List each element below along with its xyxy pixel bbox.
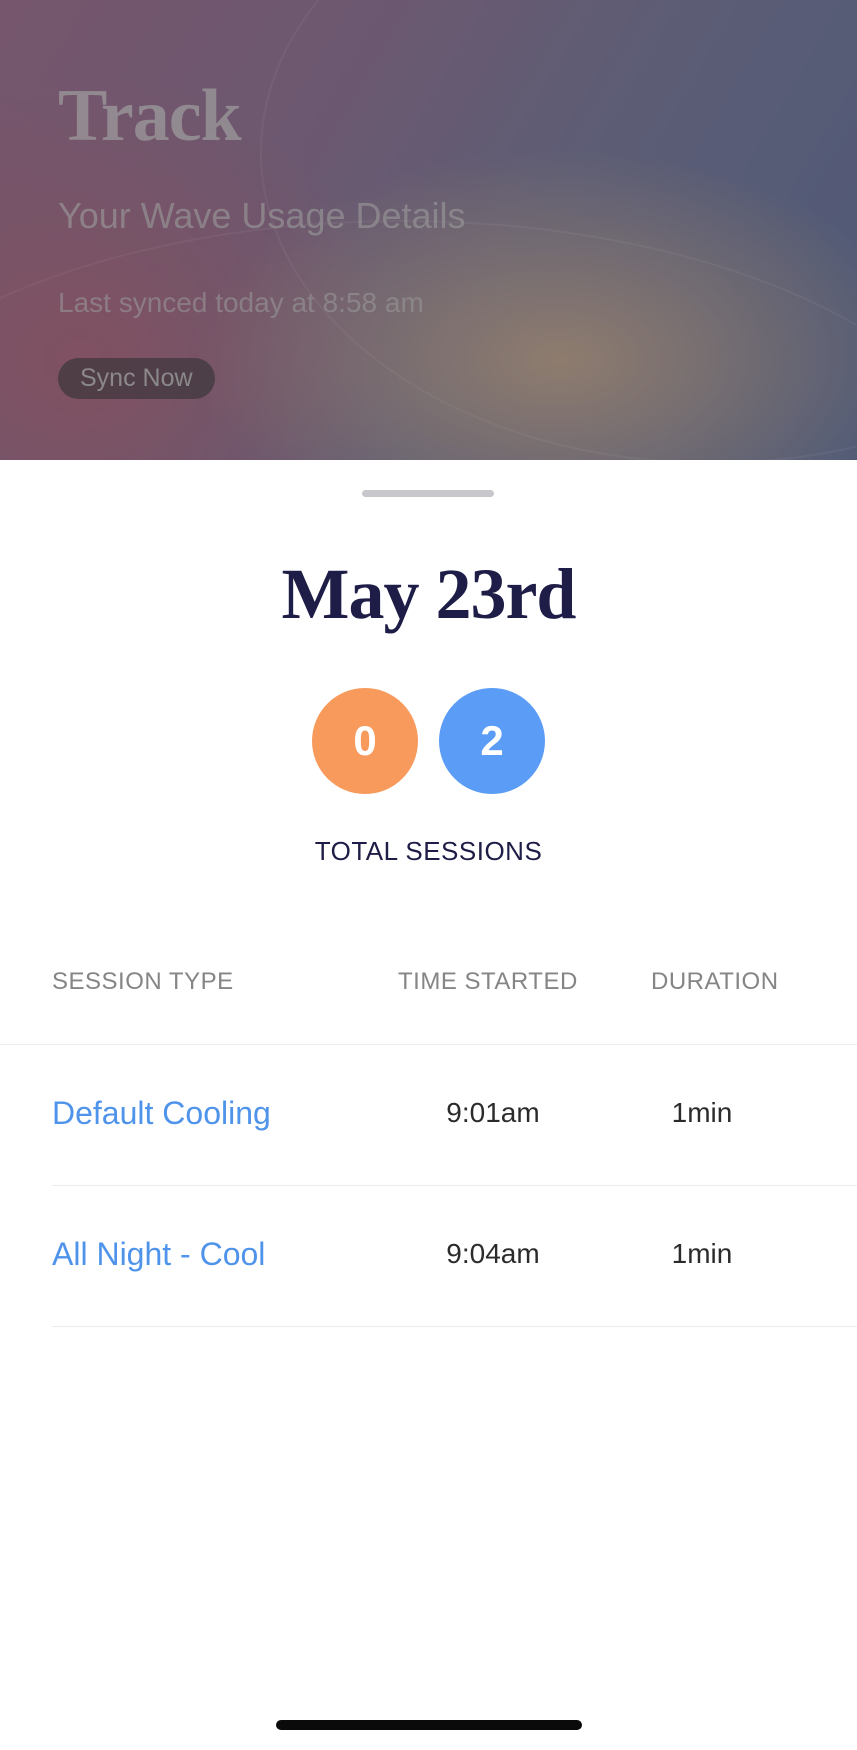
- table-row[interactable]: All Night - Cool 9:04am 1min: [52, 1186, 857, 1327]
- total-sessions-label: TOTAL SESSIONS: [314, 836, 543, 866]
- duration-cell: 1min: [671, 1097, 733, 1128]
- column-header-session-type: SESSION TYPE: [52, 968, 234, 995]
- screen: Track Your Wave Usage Details Last synce…: [0, 0, 857, 1750]
- column-header-time-started: TIME STARTED: [398, 968, 578, 995]
- date-title: May 23rd: [281, 554, 577, 634]
- session-type-link[interactable]: Default Cooling: [52, 1095, 271, 1132]
- sessions-table-header: SESSION TYPE TIME STARTED DURATION: [0, 968, 857, 1045]
- time-started-cell: 9:04am: [446, 1238, 540, 1269]
- warm-sessions-counter: 0: [312, 688, 418, 794]
- duration-cell: 1min: [671, 1238, 733, 1269]
- time-started-cell: 9:01am: [446, 1097, 540, 1128]
- modal-overlay[interactable]: [0, 0, 857, 460]
- session-type-link[interactable]: All Night - Cool: [52, 1236, 265, 1273]
- column-header-duration: DURATION: [651, 968, 779, 995]
- cool-sessions-counter: 2: [439, 688, 545, 794]
- table-row[interactable]: Default Cooling 9:01am 1min: [52, 1045, 857, 1186]
- sheet-grabber-handle[interactable]: [362, 490, 494, 497]
- home-indicator[interactable]: [276, 1720, 582, 1730]
- day-details-sheet: May 23rd 0 2 TOTAL SESSIONS SESSION TYPE…: [0, 463, 857, 1750]
